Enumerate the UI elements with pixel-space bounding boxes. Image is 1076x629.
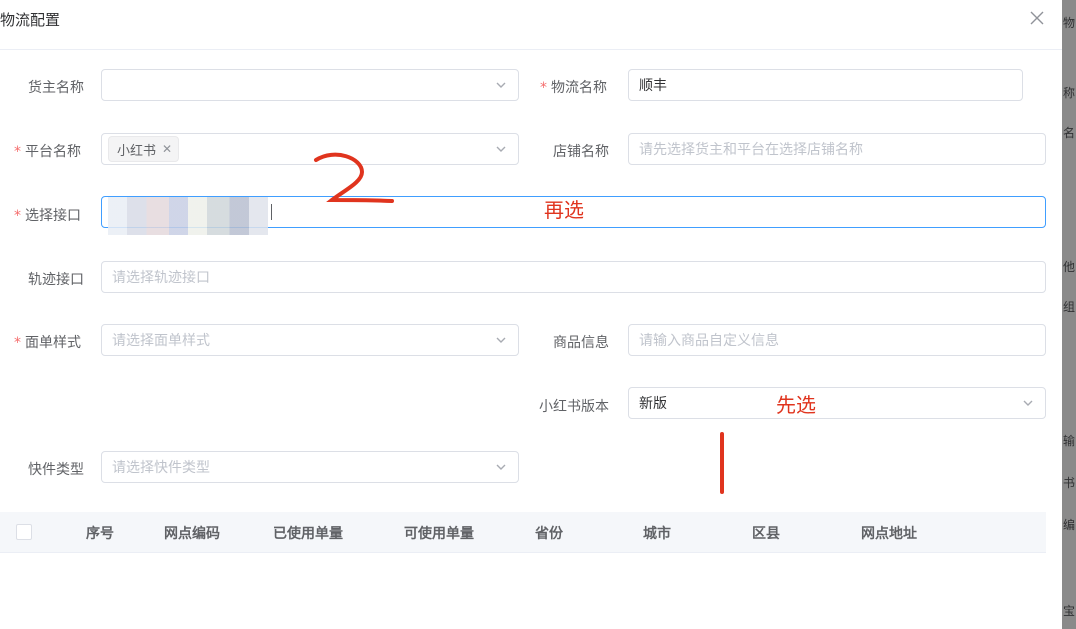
- col-index: 序号: [86, 526, 114, 542]
- col-outlet-code: 网点编码: [164, 526, 220, 542]
- background-text: 他: [1063, 260, 1076, 274]
- background-text: 编: [1063, 518, 1076, 532]
- col-district: 区县: [752, 526, 780, 542]
- logistics-config-dialog: 物流配置 货主名称 * 物流名称 顺丰 * 平台名称 小红书 ✕ 店铺名称 请先选择…: [0, 0, 1062, 629]
- annotation-number-two: [314, 152, 394, 203]
- background-text: 书: [1063, 476, 1076, 490]
- select-all-checkbox[interactable]: [16, 524, 32, 540]
- col-available: 可使用单量: [404, 526, 474, 542]
- background-text: 称: [1063, 86, 1076, 100]
- background-text: 输: [1063, 434, 1076, 448]
- annotation-then-select: 再选: [544, 198, 584, 222]
- background-text: 物: [1063, 16, 1076, 30]
- col-province: 省份: [535, 526, 563, 542]
- col-address: 网点地址: [861, 526, 917, 542]
- annotation-first-select: 先选: [776, 393, 816, 417]
- col-city: 城市: [643, 526, 671, 542]
- background-text: 名: [1063, 126, 1076, 140]
- background-text: 组: [1063, 300, 1076, 314]
- col-used: 已使用单量: [273, 526, 343, 542]
- background-text: 宝: [1063, 604, 1076, 618]
- table-header: 序号 网点编码 已使用单量 可使用单量 省份 城市 区县 网点地址: [0, 512, 1046, 553]
